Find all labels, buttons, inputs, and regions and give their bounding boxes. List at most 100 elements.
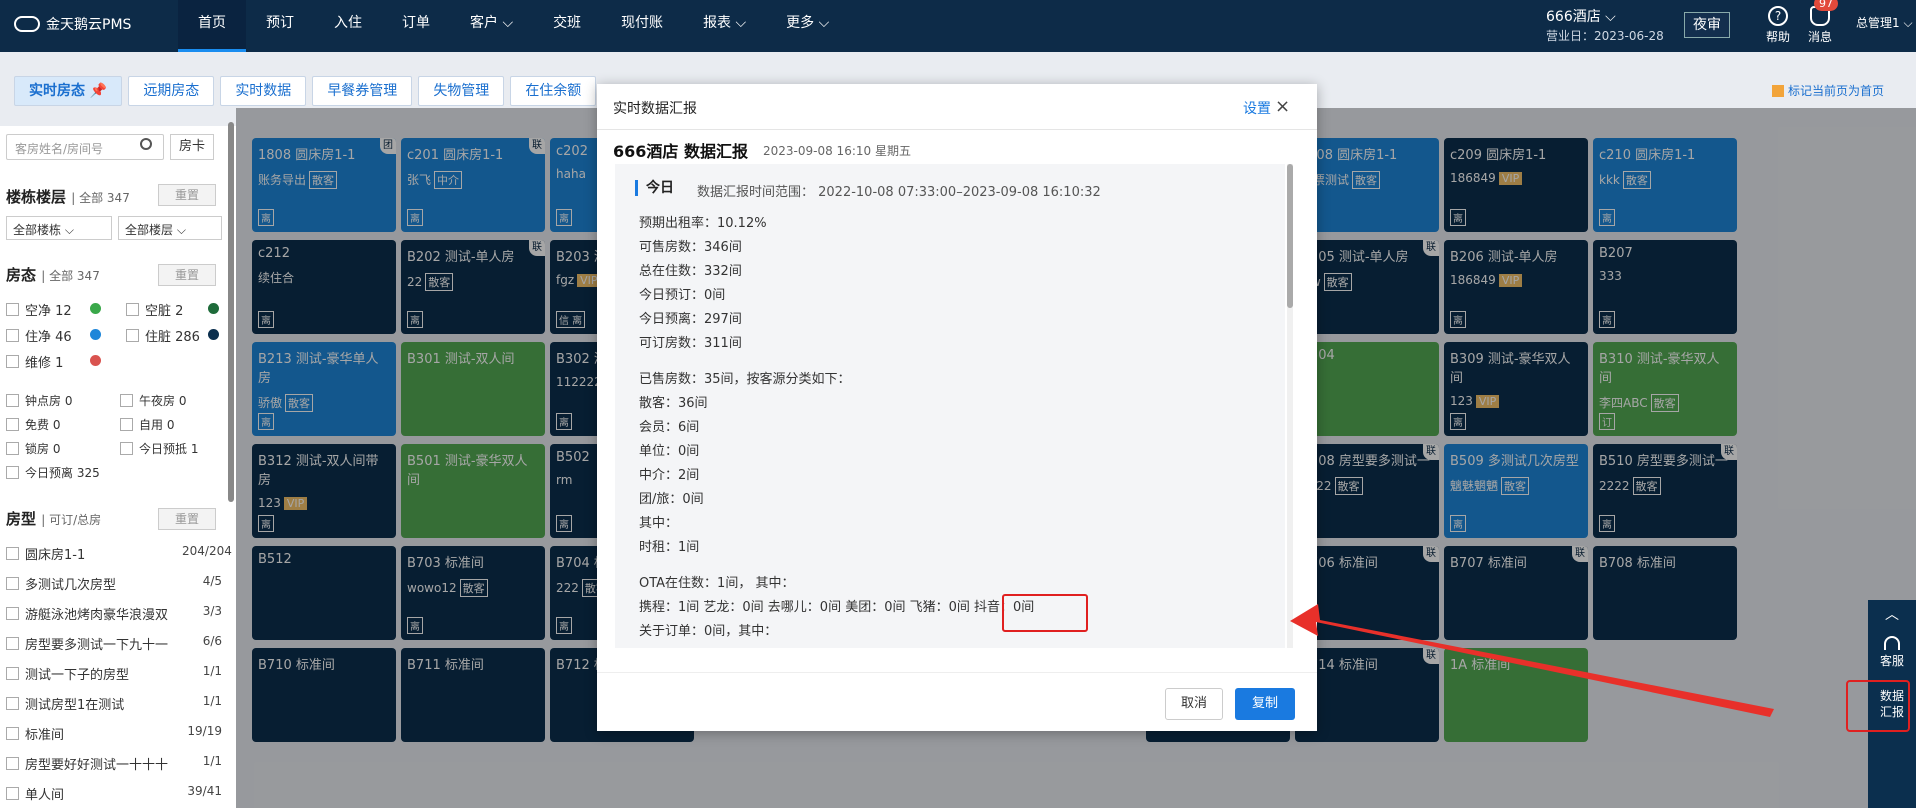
report-line: 可订房数：311间 xyxy=(639,336,742,351)
modal-footer-divider xyxy=(597,672,1317,673)
modal-header: 实时数据汇报 设置 × xyxy=(597,84,1317,130)
tab-realtime-status[interactable]: 实时房态 📌 xyxy=(14,76,123,106)
building-title: 楼栋楼层 | 全部 347 xyxy=(6,186,130,207)
close-icon[interactable]: × xyxy=(1275,96,1290,117)
room-type-count: 1/1 xyxy=(202,694,222,708)
mark-home-link[interactable]: 标记当前页为首页 xyxy=(1772,82,1884,99)
service-button[interactable]: 客服 xyxy=(1868,636,1916,669)
report-line: OTA在住数：1间， 其中： xyxy=(639,576,795,591)
room-type-item[interactable]: 测试一下子的房型 xyxy=(6,664,182,683)
user-menu[interactable]: 总管理1 ⌵ xyxy=(1856,14,1913,31)
help-label: 帮助 xyxy=(1765,30,1790,44)
room-type-item[interactable]: 房型要多测试一下九十一 xyxy=(6,634,182,653)
report-line: 团/旅：0间 xyxy=(639,492,704,507)
building-total: | 全部 347 xyxy=(71,191,130,205)
nav-home[interactable]: 首页 xyxy=(178,0,246,52)
nav-checkin[interactable]: 入住 xyxy=(314,0,382,52)
tab-realtime-data[interactable]: 实时数据 xyxy=(220,76,307,106)
status-occupied-clean[interactable]: 住净 46 xyxy=(6,326,72,345)
floor-select[interactable]: 全部楼层 ⌵ xyxy=(118,216,222,240)
service-label: 客服 xyxy=(1879,654,1904,668)
status-title-text: 房态 xyxy=(6,266,37,284)
hotel-selector[interactable]: 666酒店 ⌵ xyxy=(1546,6,1616,26)
modal-scrollbar[interactable] xyxy=(1287,164,1293,648)
report-heading: 666酒店 数据汇报 xyxy=(613,142,748,161)
nav-cash[interactable]: 现付账 xyxy=(601,0,683,52)
collapse-up-icon[interactable]: ︿ xyxy=(1868,604,1916,624)
status-repair[interactable]: 维修 1 xyxy=(6,352,63,371)
report-panel: 今日 数据汇报时间范围： 2022-10-08 07:33:00–2023-09… xyxy=(615,164,1285,648)
room-type-item[interactable]: 多测试几次房型 xyxy=(6,574,182,593)
room-card-button[interactable]: 房卡 xyxy=(170,134,214,160)
status-occupied-dirty[interactable]: 住脏 286 xyxy=(126,326,200,345)
building-reset-button[interactable]: 重置 xyxy=(158,184,216,206)
nav-orders[interactable]: 订单 xyxy=(382,0,450,52)
modal-scroll-thumb[interactable] xyxy=(1287,164,1293,308)
room-type-count: 4/5 xyxy=(202,574,222,588)
nav-more[interactable]: 更多 ⌵ xyxy=(766,0,849,52)
tab-future-status[interactable]: 远期房态 xyxy=(128,76,215,106)
highlight-box-douyin xyxy=(1002,594,1088,632)
help-button[interactable]: ? 帮助 xyxy=(1758,6,1798,45)
tab-lost-found[interactable]: 失物管理 xyxy=(418,76,505,106)
status-title: 房态 | 全部 347 xyxy=(6,264,100,285)
report-line: 单位：0间 xyxy=(639,444,700,459)
status-dot xyxy=(208,329,219,340)
business-date: 营业日：2023-06-28 xyxy=(1546,29,1664,43)
report-datetime: 2023-09-08 16:10 星期五 xyxy=(763,144,911,158)
room-type-item[interactable]: 标准间 xyxy=(6,724,182,743)
report-line: 预期出租率：10.12% xyxy=(639,216,767,231)
filter-locked[interactable]: 锁房 0 xyxy=(6,440,60,457)
page-tabs: 实时房态 📌 远期房态 实时数据 早餐券管理 失物管理 在住余额 xyxy=(14,76,597,106)
today-label: 今日 xyxy=(635,180,674,196)
filter-midnight[interactable]: 午夜房 0 xyxy=(120,392,186,409)
nav-customers[interactable]: 客户 ⌵ xyxy=(450,0,533,52)
room-type-item[interactable]: 房型要好好测试一十十十 xyxy=(6,754,182,773)
filter-arrival[interactable]: 今日预抵 1 xyxy=(120,440,198,457)
room-type-count: 204/204 xyxy=(182,544,232,558)
room-type-count: 1/1 xyxy=(202,754,222,768)
report-line: 携程：1间 艺龙：0间 去哪儿：0间 美团：0间 飞猪：0间 抖音：0间 xyxy=(639,600,1035,615)
nav-reservation[interactable]: 预订 xyxy=(246,0,314,52)
search-icon[interactable] xyxy=(140,138,152,150)
status-total: | 全部 347 xyxy=(41,269,100,283)
filter-departure[interactable]: 今日预离 325 xyxy=(6,464,100,481)
report-line: 散客：36间 xyxy=(639,396,708,411)
type-reset-button[interactable]: 重置 xyxy=(158,508,216,530)
report-line: 会员：6间 xyxy=(639,420,700,435)
report-line: 关于订单：0间，其中： xyxy=(639,624,778,639)
room-type-item[interactable]: 游艇泳池烤肉豪华浪漫双 xyxy=(6,604,182,623)
copy-button[interactable]: 复制 xyxy=(1235,688,1295,720)
room-type-count: 39/41 xyxy=(187,784,222,798)
status-reset-button[interactable]: 重置 xyxy=(158,264,216,286)
filter-self-use[interactable]: 自用 0 xyxy=(120,416,174,433)
sidebar-scrollbar[interactable] xyxy=(228,122,234,502)
report-line: 已售房数：35间，按客源分类如下： xyxy=(639,372,851,387)
report-line: 可售房数：346间 xyxy=(639,240,742,255)
cancel-button[interactable]: 取消 xyxy=(1165,688,1223,720)
nav-reports[interactable]: 报表 ⌵ xyxy=(683,0,766,52)
building-select[interactable]: 全部楼栋 ⌵ xyxy=(6,216,112,240)
room-type-count: 3/3 xyxy=(202,604,222,618)
room-type-item[interactable]: 单人间 xyxy=(6,784,182,803)
tab-balance[interactable]: 在住余额 xyxy=(510,76,597,106)
filter-hourly[interactable]: 钟点房 0 xyxy=(6,392,72,409)
night-audit-button[interactable]: 夜审 xyxy=(1684,12,1730,38)
app-logo[interactable]: 金天鹅云PMS xyxy=(14,14,131,34)
room-type-item[interactable]: 圆床房1-1 xyxy=(6,544,182,563)
room-type-item[interactable]: 测试房型1在测试 xyxy=(6,694,182,713)
tab-breakfast[interactable]: 早餐券管理 xyxy=(312,76,413,106)
messages-button[interactable]: 消息 xyxy=(1800,6,1840,45)
headset-icon xyxy=(1884,636,1900,650)
filter-free[interactable]: 免费 0 xyxy=(6,416,60,433)
modal-settings-link[interactable]: 设置 xyxy=(1243,98,1271,118)
status-vacant-clean[interactable]: 空净 12 xyxy=(6,300,72,319)
room-type-count: 6/6 xyxy=(202,634,222,648)
nav-shift[interactable]: 交班 xyxy=(533,0,601,52)
status-dot xyxy=(208,303,219,314)
status-dot xyxy=(90,355,101,366)
building-title-text: 楼栋楼层 xyxy=(6,188,67,206)
highlight-box-report xyxy=(1846,680,1910,732)
status-dot xyxy=(90,329,101,340)
status-vacant-dirty[interactable]: 空脏 2 xyxy=(126,300,183,319)
